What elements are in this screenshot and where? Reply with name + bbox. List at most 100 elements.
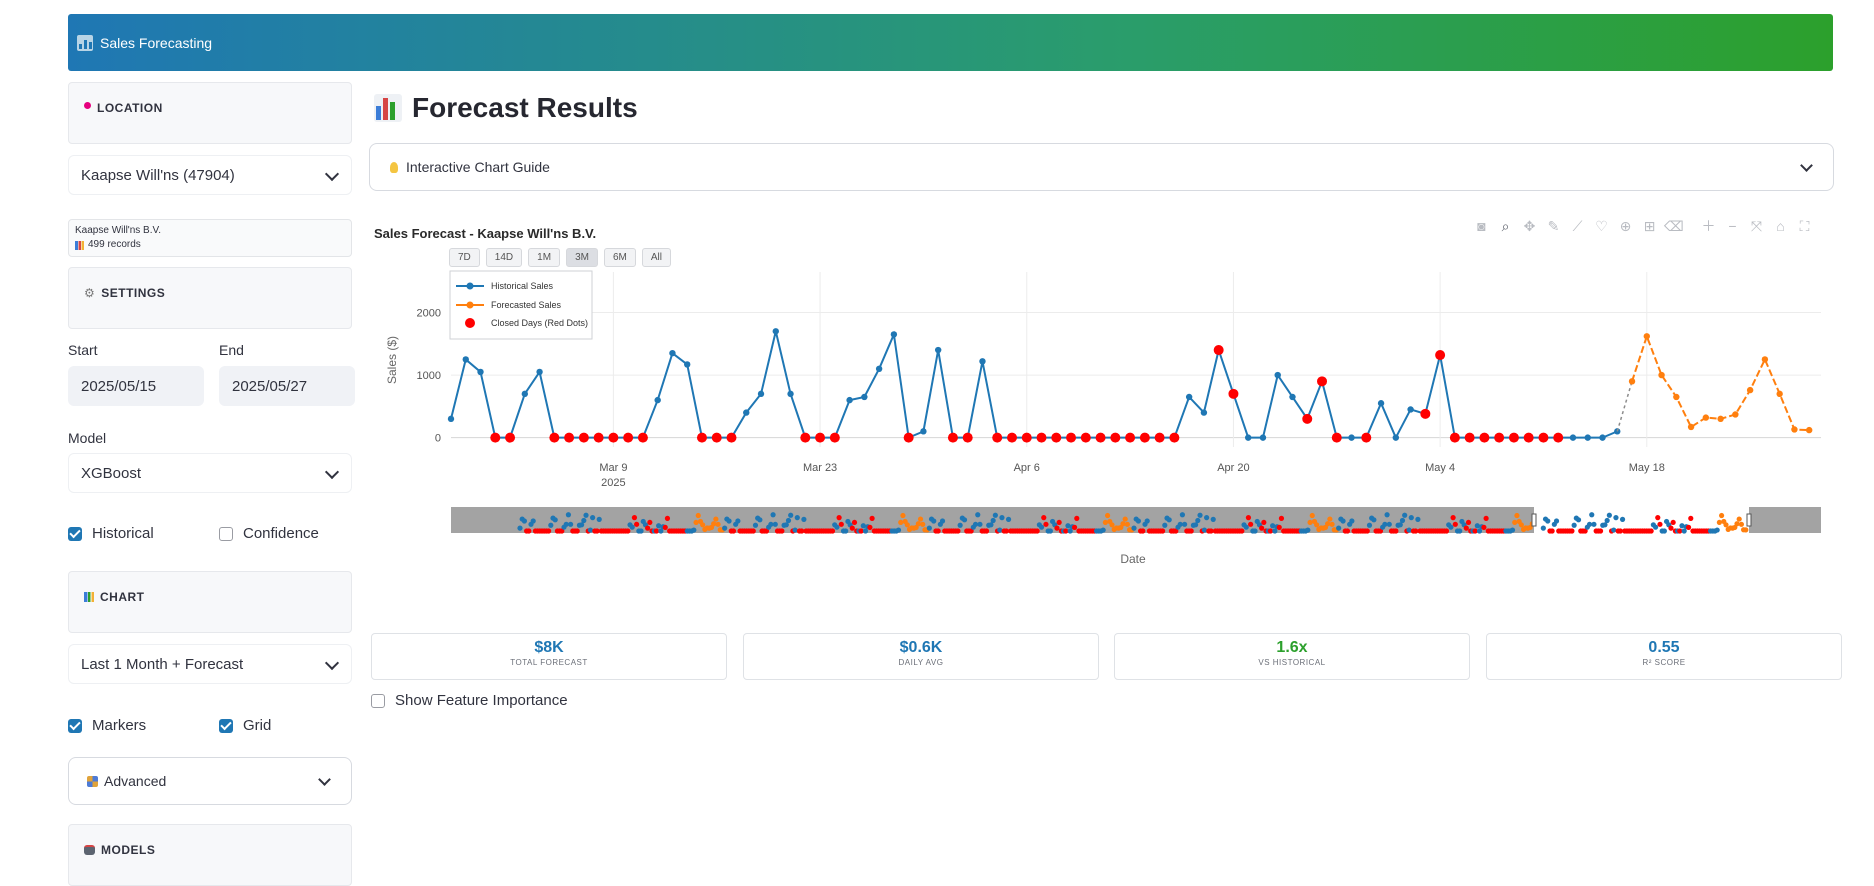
closed-day-marker: [593, 432, 604, 443]
closed-day-marker: [1331, 432, 1342, 443]
slider-preview-point: [1276, 524, 1282, 530]
grid-checkbox[interactable]: Grid: [219, 717, 271, 734]
historical-sales-point: [1274, 371, 1281, 379]
forecast-sales-point: [1732, 411, 1739, 418]
slider-preview-point: [975, 512, 981, 518]
slider-preview-point: [1160, 528, 1166, 534]
slider-preview-point: [997, 527, 1003, 533]
historical-sales-point: [861, 393, 868, 401]
slider-preview-point: [1452, 521, 1458, 527]
slider-preview-point: [939, 518, 946, 524]
closed-day-marker: [1553, 432, 1564, 443]
metric-r2-score: 0.55 R² SCORE: [1486, 633, 1842, 680]
slider-preview-point: [1371, 517, 1377, 523]
chart-series: [447, 328, 1813, 443]
slider-preview-point: [568, 521, 574, 527]
closed-day-marker: [829, 432, 840, 443]
slider-preview-point: [1210, 516, 1216, 522]
slider-preview-point: [1657, 521, 1663, 527]
historical-sales-point: [772, 328, 779, 335]
slider-preview-point: [730, 528, 737, 534]
closed-day-marker: [1169, 432, 1180, 443]
closed-day-marker: [1110, 432, 1121, 443]
closed-day-marker: [1066, 432, 1077, 443]
advanced-expander[interactable]: Advanced: [68, 757, 352, 805]
slider-preview-point: [1652, 524, 1659, 530]
slider-preview-point: [926, 525, 932, 531]
slider-preview-point: [1619, 516, 1626, 522]
closed-day-marker: [947, 432, 958, 443]
historical-sales-point: [934, 346, 942, 354]
closed-day-marker: [726, 432, 737, 443]
slider-preview-point: [647, 519, 653, 526]
slider-preview-point: [1034, 528, 1040, 534]
historical-sales-point: [536, 368, 543, 376]
chart-range-value: Last 1 Month + Forecast: [81, 655, 244, 673]
slider-preview-point: [662, 524, 668, 530]
slider-preview-point: [843, 528, 849, 534]
historical-sales-line: [450, 330, 1618, 440]
slider-preview-point: [1309, 512, 1315, 519]
slider-preview-point: [1278, 515, 1285, 522]
slider-preview-point: [1685, 524, 1692, 530]
historical-sales-point: [669, 349, 676, 357]
historical-sales-point: [654, 396, 661, 404]
closed-day-marker: [623, 432, 634, 443]
slider-preview-point: [1509, 527, 1516, 533]
closed-day-marker: [1538, 432, 1549, 443]
legend-historical: Historical Sales: [491, 281, 554, 291]
slider-preview-point: [1261, 519, 1267, 526]
range-slider-handle-right[interactable]: [1746, 513, 1752, 527]
slider-preview-point: [1041, 515, 1047, 521]
historical-sales-point: [1244, 434, 1252, 441]
forecast-sales-point: [1776, 390, 1783, 398]
historical-sales-point: [1377, 400, 1385, 407]
historical-sales-point: [1599, 434, 1606, 441]
closed-day-marker: [1464, 432, 1475, 443]
historical-sales-point: [1348, 434, 1355, 441]
slider-preview-point: [961, 517, 968, 523]
forecast-sales-point: [1702, 414, 1710, 421]
slider-preview-point: [788, 512, 794, 518]
slider-preview-point: [836, 515, 842, 521]
slider-preview-point: [1038, 524, 1045, 530]
closed-day-marker: [696, 432, 707, 443]
slider-preview-point: [957, 522, 963, 528]
range-slider-handle-left[interactable]: [1531, 513, 1537, 527]
slider-preview-point: [565, 512, 572, 518]
slider-preview-point: [1364, 528, 1370, 534]
advanced-label: Advanced: [104, 773, 167, 789]
slider-preview-point: [590, 515, 596, 521]
slider-preview-point: [713, 516, 719, 522]
slider-preview-point: [1043, 521, 1049, 527]
slider-preview-point: [631, 515, 638, 521]
slider-preview-point: [1071, 524, 1078, 530]
metric-label: TOTAL FORECAST: [510, 658, 588, 667]
forecast-sales-point: [1628, 378, 1636, 385]
markers-checkbox[interactable]: Markers: [68, 717, 146, 734]
slider-preview-point: [1179, 512, 1186, 518]
closed-day-marker: [549, 432, 560, 443]
range-slider[interactable]: [451, 507, 1821, 534]
chart-range-select[interactable]: Last 1 Month + Forecast: [68, 644, 352, 684]
slider-preview-point: [1688, 515, 1694, 522]
slider-preview-point: [898, 519, 904, 526]
historical-sales-point: [521, 390, 529, 398]
slider-preview-point: [548, 522, 554, 528]
slider-preview-point: [1005, 516, 1012, 522]
forecast-sales-point: [1791, 426, 1798, 433]
slider-preview-point: [1366, 522, 1373, 528]
slider-preview-point: [1201, 527, 1208, 533]
historical-sales-point: [1200, 409, 1208, 416]
closed-day-marker: [505, 432, 516, 443]
slider-preview-point: [517, 525, 523, 531]
legend-closed: Closed Days (Red Dots): [491, 318, 588, 328]
feature-importance-checkbox[interactable]: Show Feature Importance: [371, 692, 568, 709]
slider-preview-point: [1252, 528, 1258, 534]
slider-preview-point: [860, 523, 866, 529]
legend-forecast: Forecasted Sales: [491, 300, 562, 310]
slider-preview-point: [700, 522, 706, 528]
slider-preview-point: [1463, 525, 1469, 531]
slider-preview-point: [1483, 515, 1489, 522]
sales-forecast-chart[interactable]: Sales ($) Date 0 1000 2000 Mar 9 2025 Mar 23 A…: [0, 0, 1874, 600]
